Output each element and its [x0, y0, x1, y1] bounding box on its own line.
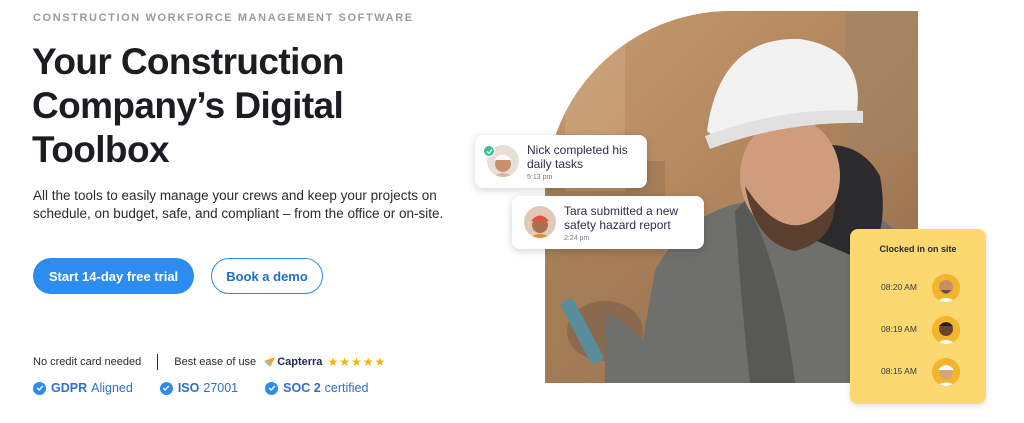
check-badge-icon — [265, 381, 279, 395]
cert-detail: certified — [324, 381, 369, 395]
check-icon — [483, 145, 495, 157]
cert-detail: Aligned — [91, 381, 133, 395]
cert-name: ISO — [177, 381, 200, 395]
worker-avatar-icon — [932, 274, 960, 302]
worker-avatar-icon — [932, 316, 960, 344]
cert-name: GDPR — [51, 381, 88, 395]
clock-entry: 08:19 AM — [850, 316, 986, 344]
notification-task-complete: Nick completed his daily tasks 5:13 pm — [475, 135, 647, 188]
divider — [157, 354, 159, 370]
check-badge-icon — [33, 381, 46, 395]
notification-message: Nick completed his daily tasks — [527, 143, 628, 171]
no-card-label: No credit card needed — [33, 356, 142, 368]
notification-message: Tara submitted a new safety hazard repor… — [564, 204, 679, 232]
check-badge-icon — [159, 381, 173, 395]
clock-time: 08:20 AM — [881, 282, 917, 292]
clock-entry: 08:20 AM — [850, 274, 986, 302]
cert-row: GDPR Aligned ISO 27001 SOC 2 certified — [33, 381, 395, 395]
notification-time: 5:13 pm — [527, 174, 553, 181]
headline-line-2: Company’s Digital — [32, 85, 344, 126]
worker-avatar-icon — [524, 206, 556, 238]
cert-detail: 27001 — [203, 381, 239, 395]
clock-time: 08:15 AM — [881, 366, 917, 376]
capterra-label: Capterra — [277, 356, 323, 368]
notification-hazard-report: Tara submitted a new safety hazard repor… — [512, 196, 704, 249]
ease-label: Best ease of use — [174, 356, 257, 368]
clock-entry: 08:15 AM — [850, 358, 986, 386]
cert-soc2: SOC 2 certified — [265, 381, 368, 395]
hero-subtext: All the tools to easily manage your crew… — [33, 188, 444, 221]
rating-stars-icon: ★★★★★ — [327, 355, 387, 369]
headline-line-1: Your Construction — [32, 41, 344, 82]
clocked-in-card: Clocked in on site 08:20 AM 08:19 AM 08:… — [850, 229, 986, 404]
notification-time: 2:24 pm — [564, 235, 590, 242]
capterra-badge[interactable]: Capterra — [264, 356, 322, 368]
capterra-logo-icon — [264, 357, 276, 367]
page-title: Your Construction Company’s Digital Tool… — [32, 40, 452, 172]
book-demo-button[interactable]: Book a demo — [211, 258, 323, 294]
cert-iso: ISO 27001 — [159, 381, 239, 395]
cert-gdpr: GDPR Aligned — [33, 381, 133, 395]
trust-row: No credit card needed Best ease of use C… — [33, 353, 386, 371]
eyebrow-label: CONSTRUCTION WORKFORCE MANAGEMENT SOFTWA… — [33, 12, 414, 24]
worker-avatar-icon — [932, 358, 960, 386]
start-trial-button[interactable]: Start 14-day free trial — [33, 258, 194, 294]
headline-line-3: Toolbox — [32, 129, 170, 170]
clocked-in-title: Clocked in on site — [879, 244, 957, 254]
cert-name: SOC 2 — [283, 381, 321, 395]
clock-time: 08:19 AM — [881, 324, 917, 334]
